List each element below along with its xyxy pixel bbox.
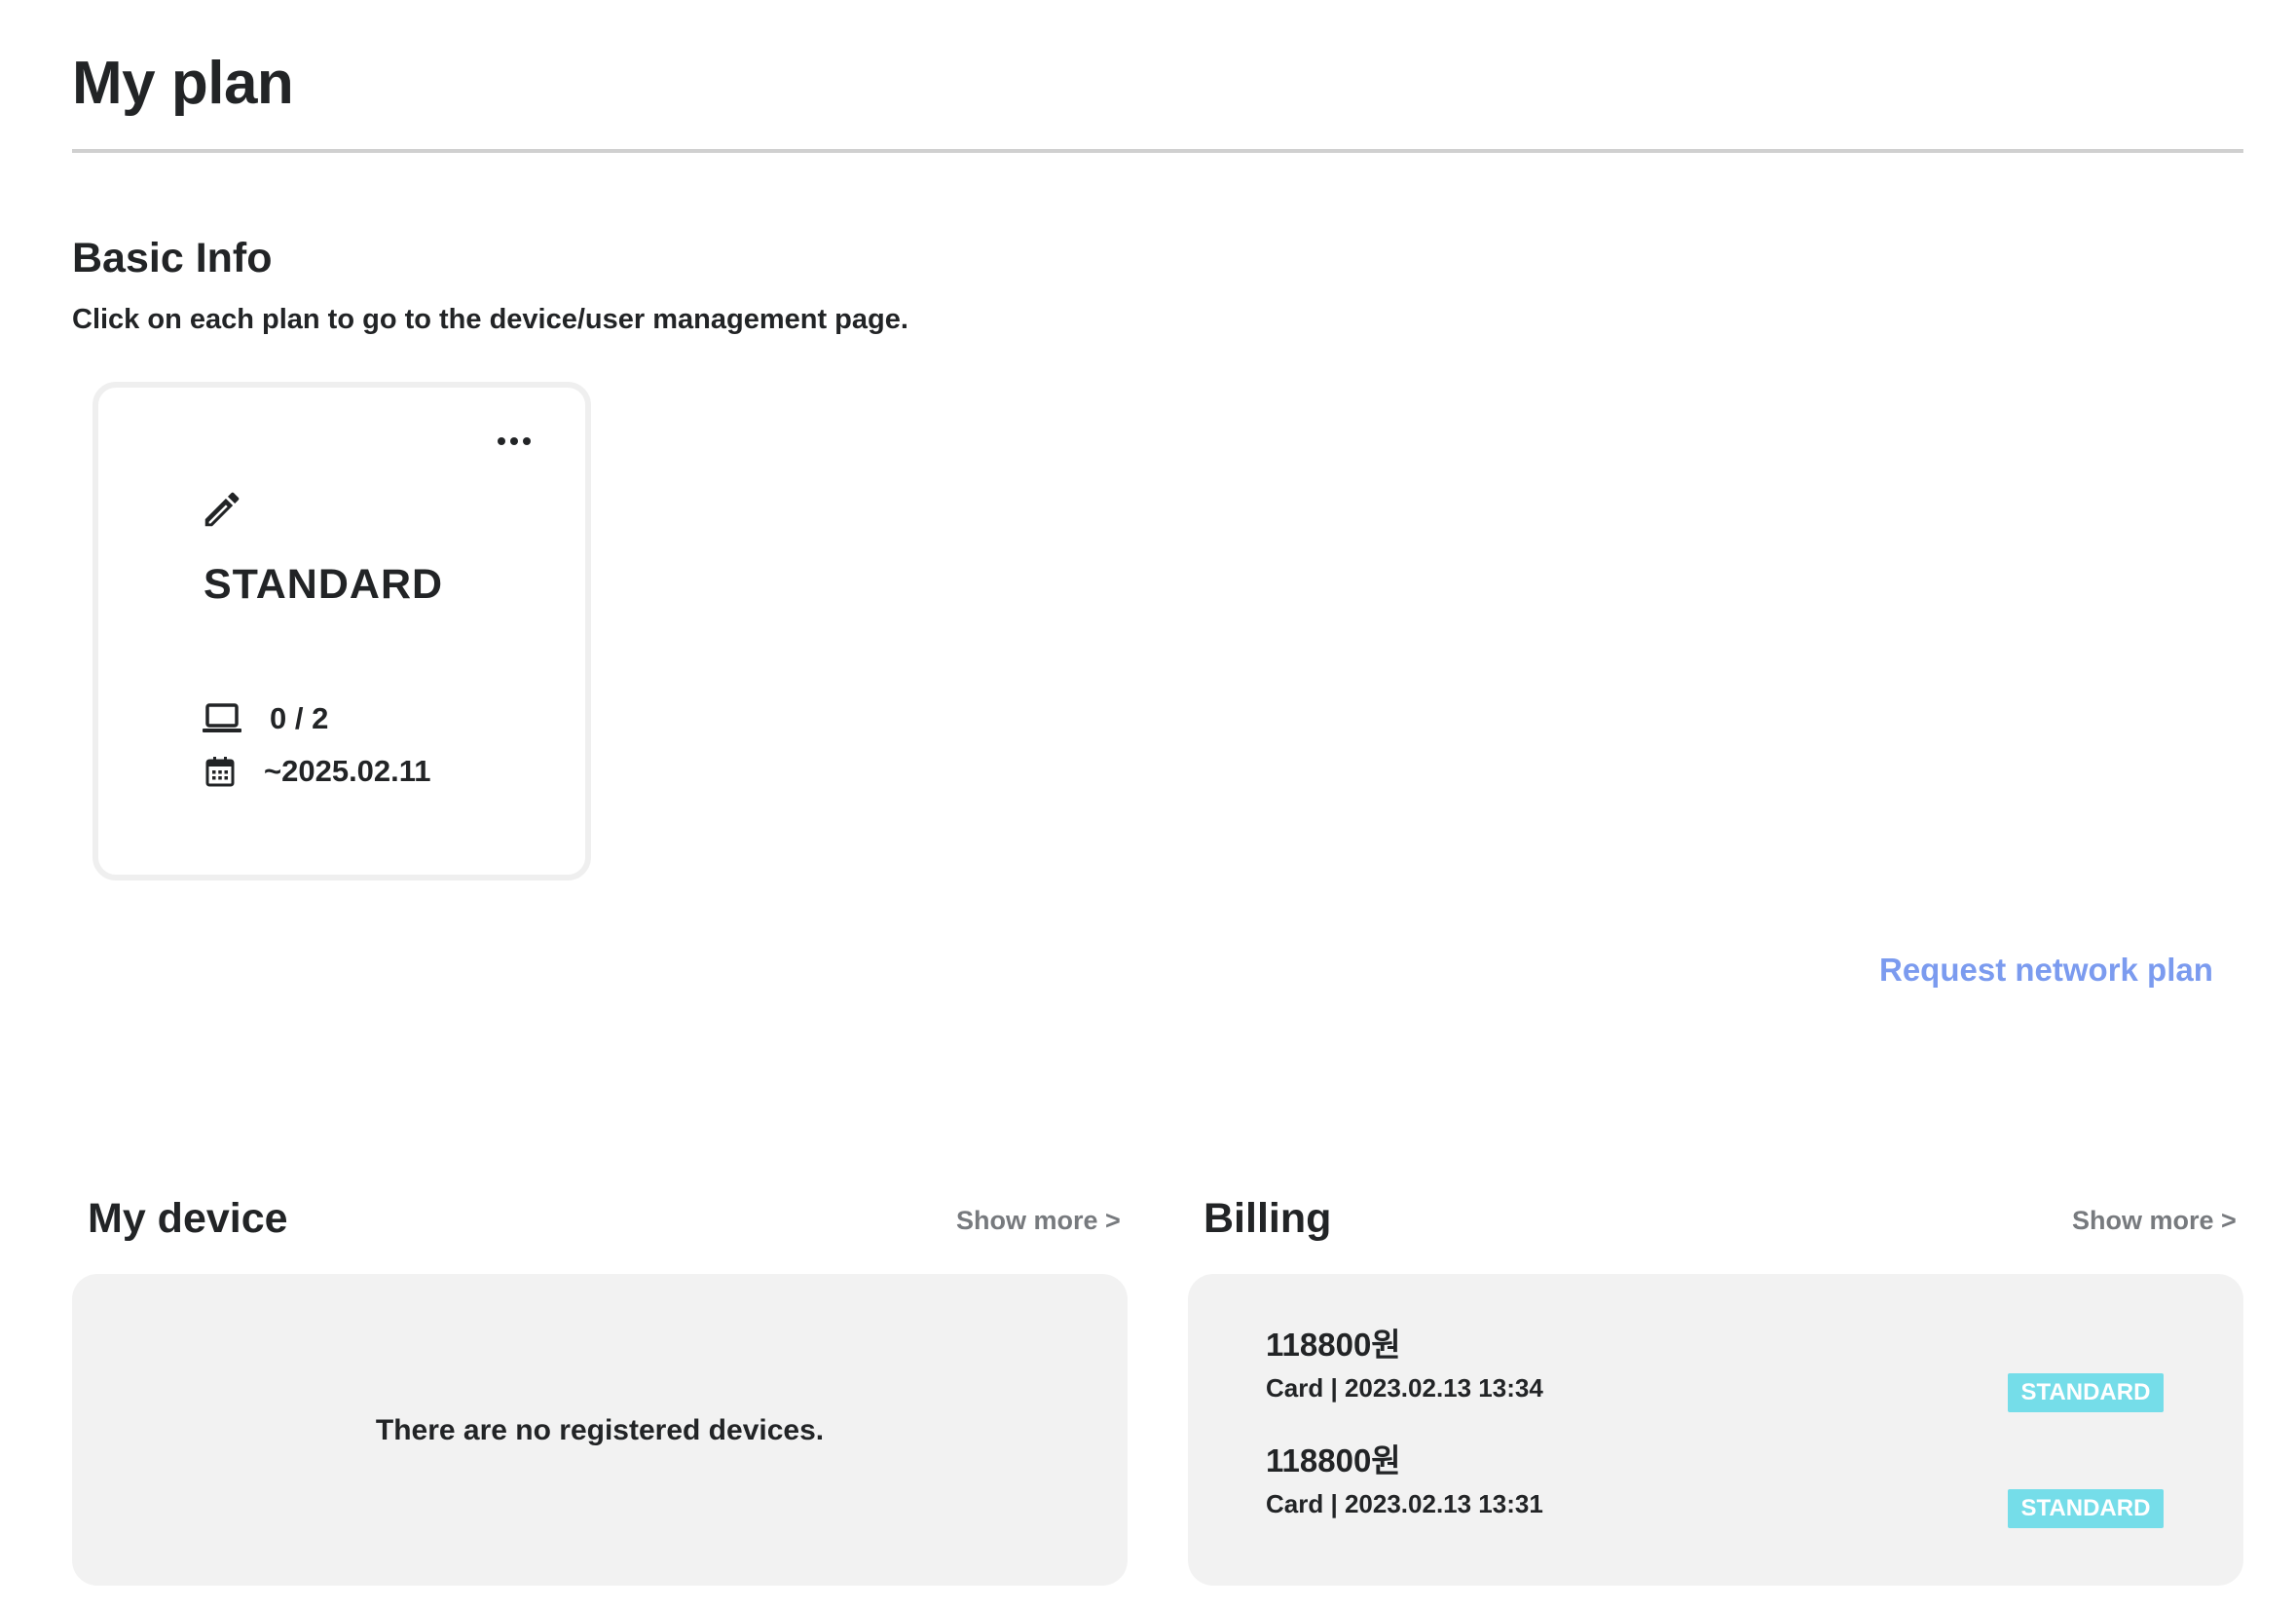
basic-info-title: Basic Info	[72, 235, 273, 281]
plan-badge: STANDARD	[2008, 1373, 2164, 1412]
basic-info-description: Click on each plan to go to the device/u…	[72, 304, 908, 335]
device-count: 0 / 2	[270, 701, 329, 735]
my-device-title: My device	[88, 1195, 288, 1242]
my-plan-page: My plan Basic Info Click on each plan to…	[0, 0, 2296, 1609]
billing-amount: 118800원	[1266, 1442, 1401, 1478]
billing-panel: 118800원 Card | 2023.02.13 13:34 STANDARD…	[1188, 1274, 2243, 1586]
billing-title: Billing	[1204, 1195, 1332, 1242]
billing-item[interactable]: 118800원 Card | 2023.02.13 13:31 STANDARD	[1188, 1441, 2243, 1538]
plan-expiry-date: ~2025.02.11	[264, 754, 431, 788]
plan-badge: STANDARD	[2008, 1489, 2164, 1528]
plan-name: STANDARD	[204, 561, 444, 608]
billing-amount: 118800원	[1266, 1327, 1401, 1363]
my-device-panel: There are no registered devices.	[72, 1274, 1128, 1586]
billing-payment-info: Card | 2023.02.13 13:31	[1266, 1489, 1543, 1518]
laptop-icon	[203, 703, 241, 732]
billing-payment-info: Card | 2023.02.13 13:34	[1266, 1373, 1543, 1403]
page-title: My plan	[72, 50, 294, 117]
calendar-icon	[205, 757, 235, 787]
more-horizontal-icon[interactable]	[493, 427, 536, 456]
billing-show-more-link[interactable]: Show more >	[2072, 1204, 2237, 1237]
title-divider	[72, 149, 2243, 153]
no-devices-message: There are no registered devices.	[375, 1414, 825, 1446]
request-network-plan-link[interactable]: Request network plan	[1879, 950, 2213, 991]
pencil-icon	[204, 492, 240, 527]
plan-card-standard[interactable]: STANDARD 0 / 2 ~2025.02.11	[93, 382, 591, 880]
my-device-show-more-link[interactable]: Show more >	[956, 1204, 1121, 1237]
billing-item[interactable]: 118800원 Card | 2023.02.13 13:34 STANDARD	[1188, 1325, 2243, 1422]
